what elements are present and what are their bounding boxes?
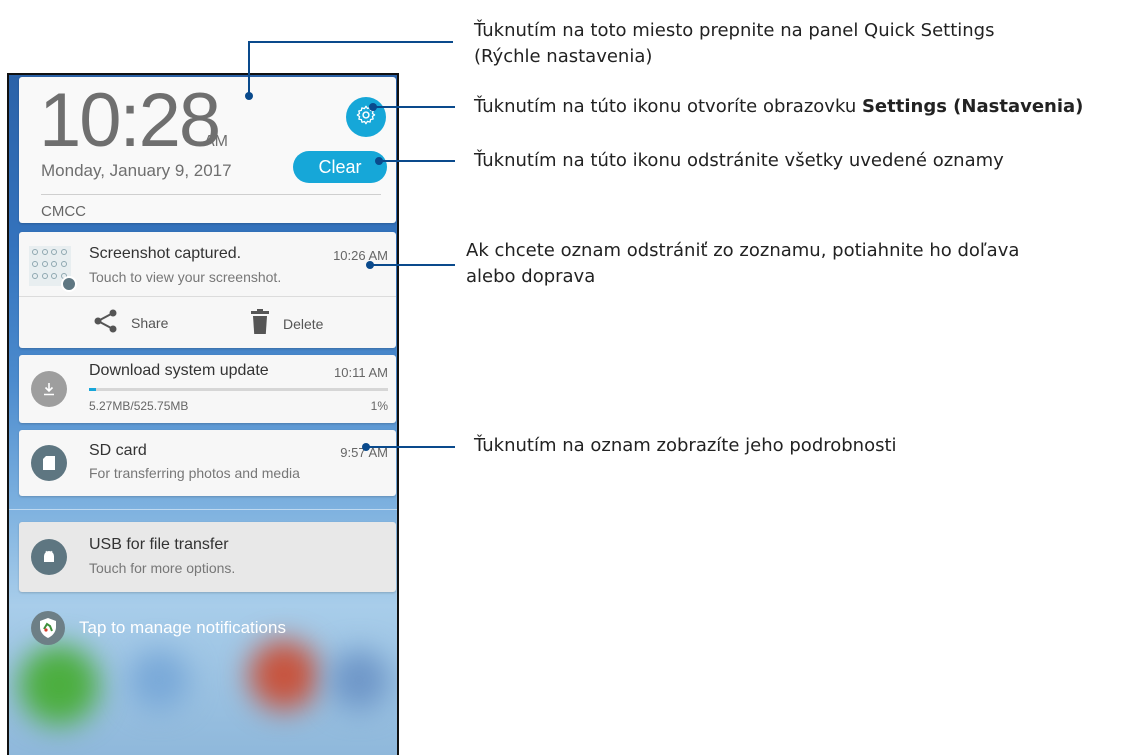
wallpaper-blob [249, 640, 319, 710]
notification-screenshot[interactable]: Screenshot captured. 10:26 AM Touch to v… [19, 232, 396, 348]
annotation-line [248, 41, 453, 43]
notification-subtitle: Touch for more options. [89, 560, 236, 576]
clock-ampm: AM [204, 133, 228, 150]
annotation-quick-settings: Ťuknutím na toto miesto prepnite na pane… [474, 18, 995, 70]
annotation-text-line: alebo doprava [466, 266, 596, 288]
annotation-line [370, 264, 455, 266]
manage-notifications-row[interactable]: Tap to manage notifications [31, 611, 286, 645]
divider [41, 194, 381, 195]
carrier-label: CMCC [41, 203, 86, 220]
annotation-settings: Ťuknutím na túto ikonu otvoríte obrazovk… [474, 94, 1083, 120]
annotation-text: Ťuknutím na túto ikonu otvoríte obrazovk… [474, 96, 862, 117]
download-icon [31, 371, 67, 407]
wallpaper-blob [129, 650, 189, 710]
phone-screen: 10:28 AM Monday, January 9, 2017 Clear C… [7, 73, 399, 755]
notification-title: USB for file transfer [89, 536, 229, 553]
annotation-clear: Ťuknutím na túto ikonu odstránite všetky… [474, 150, 1004, 171]
download-progress-fill [89, 388, 97, 391]
shield-icon [31, 611, 65, 645]
notification-usb[interactable]: USB for file transfer Touch for more opt… [19, 522, 396, 592]
share-button[interactable]: Share [93, 309, 168, 336]
wallpaper-blob [19, 645, 99, 725]
share-icon [93, 309, 119, 336]
image-badge-icon [61, 276, 77, 292]
annotation-text-line: Ťuknutím na toto miesto prepnite na pane… [474, 20, 995, 41]
divider [19, 296, 396, 297]
manage-notifications-label: Tap to manage notifications [79, 618, 286, 637]
download-progress-bar [89, 388, 388, 391]
notification-time: 10:11 AM [334, 365, 388, 380]
delete-label: Delete [283, 315, 324, 332]
quick-settings-header[interactable]: 10:28 AM Monday, January 9, 2017 Clear C… [19, 77, 396, 223]
share-label: Share [131, 314, 169, 331]
wallpaper-blob [329, 650, 389, 710]
notification-time: 10:26 AM [333, 248, 388, 263]
date: Monday, January 9, 2017 [41, 161, 232, 180]
sd-card-icon [31, 445, 67, 481]
annotation-details: Ťuknutím na oznam zobrazíte jeho podrobn… [474, 435, 897, 456]
annotation-swipe: Ak chcete oznam odstrániť zo zoznamu, po… [466, 238, 1019, 290]
notification-title: Screenshot captured. [89, 245, 242, 262]
divider [9, 509, 397, 510]
notification-download[interactable]: Download system update 10:11 AM 5.27MB/5… [19, 355, 396, 423]
notification-sd-card[interactable]: SD card 9:57 AM For transferring photos … [19, 430, 396, 496]
settings-button[interactable] [346, 97, 386, 137]
clock: 10:28 [39, 78, 221, 163]
annotation-text-line: (Rýchle nastavenia) [474, 46, 653, 68]
annotation-line [379, 160, 455, 162]
notification-subtitle: For transferring photos and media [89, 465, 300, 481]
notification-subtitle: Touch to view your screenshot. [89, 269, 282, 285]
annotation-text-line: Ak chcete oznam odstrániť zo zoznamu, po… [466, 240, 1020, 261]
android-icon [31, 539, 67, 575]
annotation-line [366, 446, 455, 448]
notification-title: Download system update [89, 362, 269, 379]
annotation-bold-text: Settings (Nastavenia) [861, 96, 1084, 117]
annotation-line [373, 106, 455, 108]
download-size: 5.27MB/525.75MB [89, 399, 189, 413]
notification-title: SD card [89, 442, 147, 459]
delete-button[interactable]: Delete [249, 309, 323, 338]
trash-icon [249, 309, 271, 338]
clear-button[interactable]: Clear [293, 151, 387, 183]
annotation-line [248, 41, 250, 96]
download-percent: 1% [370, 399, 388, 413]
